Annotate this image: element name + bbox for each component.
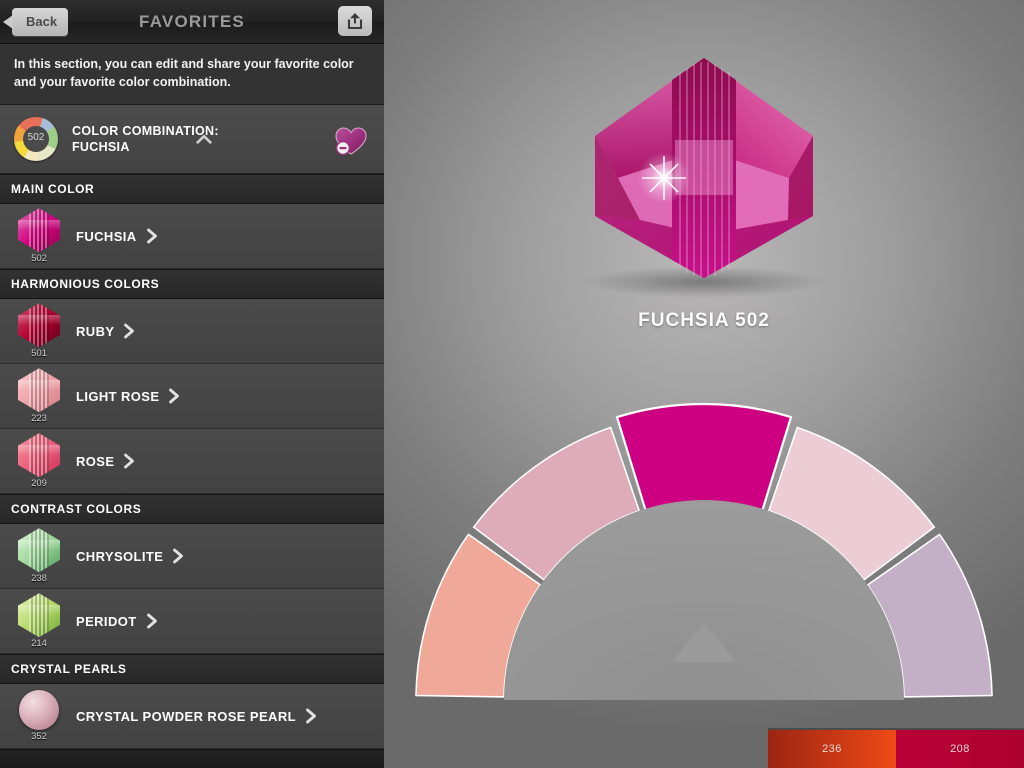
- list-item-number: 501: [31, 348, 47, 360]
- list-item-number: 502: [31, 253, 47, 265]
- info-banner: In this section, you can edit and share …: [0, 44, 384, 106]
- list-item-label: RUBY: [76, 323, 115, 339]
- list-item[interactable]: 209 ROSE: [0, 429, 384, 495]
- chevron-right-icon[interactable]: [305, 708, 317, 724]
- color-wheel-arc: MAIN COLOR: [384, 340, 1024, 718]
- list-item-swatch: 501: [16, 303, 62, 359]
- swatch-item[interactable]: 236: [768, 730, 896, 768]
- detail-stage: FUCHSIA 502 MAIN COLOR 236 208: [384, 0, 1024, 768]
- bicone-crystal-icon: [18, 433, 60, 478]
- list-item-swatch: 223: [16, 368, 62, 424]
- color-swatch-bar: 236208502398204: [768, 728, 1024, 768]
- favorites-sidebar: Back FAVORITES In this section, you can …: [0, 0, 384, 768]
- chevron-right-icon[interactable]: [123, 453, 135, 469]
- crystal-name-label: FUCHSIA 502: [638, 310, 770, 331]
- heart-minus-icon[interactable]: [332, 124, 370, 156]
- crystal-preview: FUCHSIA 502: [384, 20, 1024, 490]
- color-wheel-arc-graphic: [415, 403, 993, 700]
- list-item-number: 214: [31, 638, 47, 650]
- back-button[interactable]: Back: [2, 7, 69, 36]
- swatch-number: 208: [950, 743, 970, 755]
- pearl-icon: [19, 690, 59, 731]
- bicone-crystal-icon: [18, 593, 60, 638]
- section-header: CONTRAST COLORS: [0, 494, 384, 525]
- color-combination-row[interactable]: 502 COLOR COMBINATION: FUCHSIA: [0, 105, 384, 175]
- bicone-crystal-icon: [18, 528, 60, 573]
- chevron-right-icon[interactable]: [123, 323, 135, 339]
- chevron-right-icon[interactable]: [146, 613, 158, 629]
- list-item[interactable]: 352 CRYSTAL POWDER ROSE PEARL: [0, 684, 384, 750]
- back-button-label: Back: [26, 14, 58, 29]
- chevron-right-icon[interactable]: [172, 548, 184, 564]
- list-item-number: 238: [31, 573, 47, 585]
- info-banner-text: In this section, you can edit and share …: [14, 57, 354, 90]
- section-header: CRYSTAL PEARLS: [0, 654, 384, 685]
- section-header: HARMONIOUS COLORS: [0, 269, 384, 300]
- app-root: Back FAVORITES In this section, you can …: [0, 0, 1024, 768]
- bicone-crystal-icon: [18, 303, 60, 348]
- list-bottom-section-header: [0, 749, 384, 768]
- list-item-label: PERIDOT: [76, 613, 137, 629]
- list-item-swatch: 238: [16, 528, 62, 584]
- color-list: MAIN COLOR 502 FUCHSIA HARMONIOUS COLORS 501…: [0, 174, 384, 750]
- list-item[interactable]: 238 CHRYSOLITE: [0, 524, 384, 590]
- chevron-right-icon[interactable]: [146, 228, 158, 244]
- list-item-number: 209: [31, 478, 47, 490]
- color-wheel-number: 502: [27, 132, 45, 144]
- crystal-bicone-graphic: [584, 58, 824, 490]
- share-button[interactable]: [338, 6, 372, 36]
- list-item-swatch: 209: [16, 433, 62, 489]
- list-item[interactable]: 501 RUBY: [0, 299, 384, 365]
- color-wheel-icon: 502: [14, 117, 58, 162]
- list-item-number: 352: [31, 731, 47, 743]
- list-item-label: CHRYSOLITE: [76, 548, 164, 564]
- list-item-swatch: 214: [16, 593, 62, 649]
- swatch-item[interactable]: 208: [896, 730, 1024, 768]
- list-item-label: LIGHT ROSE: [76, 388, 160, 404]
- list-item-label: CRYSTAL POWDER ROSE PEARL: [76, 708, 296, 724]
- list-item-number: 223: [31, 413, 47, 425]
- swatch-number: 236: [822, 743, 842, 755]
- list-item-label: ROSE: [76, 453, 115, 469]
- bicone-crystal-icon: [18, 368, 60, 413]
- share-icon: [347, 13, 363, 30]
- bicone-crystal-icon: [18, 208, 60, 253]
- list-item[interactable]: 502 FUCHSIA: [0, 204, 384, 270]
- list-item-swatch: 352: [16, 688, 62, 744]
- section-header: MAIN COLOR: [0, 174, 384, 205]
- navigation-bar: Back FAVORITES: [0, 0, 384, 44]
- list-item-swatch: 502: [16, 208, 62, 264]
- list-item-label: FUCHSIA: [76, 228, 137, 244]
- list-item[interactable]: 223 LIGHT ROSE: [0, 364, 384, 430]
- list-item[interactable]: 214 PERIDOT: [0, 589, 384, 655]
- chevron-right-icon[interactable]: [168, 388, 180, 404]
- chevron-up-icon[interactable]: [196, 134, 212, 144]
